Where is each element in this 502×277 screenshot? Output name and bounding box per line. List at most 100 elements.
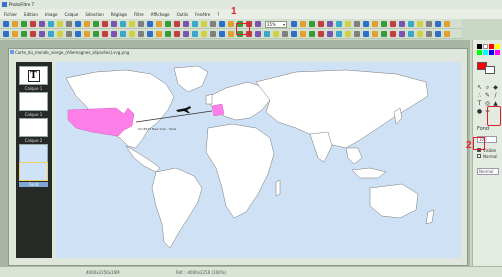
tb1-button-icon[interactable]: [174, 21, 180, 27]
tb2-button-icon[interactable]: [30, 31, 36, 37]
tb1-button-icon[interactable]: [39, 21, 45, 27]
tb1-button-icon[interactable]: [417, 21, 423, 27]
tb1-button-icon[interactable]: [336, 21, 342, 27]
tb2-button-icon[interactable]: [192, 31, 198, 37]
menu-image[interactable]: Image: [45, 12, 58, 17]
tb2-button-icon[interactable]: [291, 31, 297, 37]
tb1-button-icon[interactable]: [147, 21, 153, 27]
tb1-button-icon[interactable]: [210, 21, 216, 27]
tb1-button-icon[interactable]: [201, 21, 207, 27]
tb1-button-icon[interactable]: [399, 21, 405, 27]
tb1-button-icon[interactable]: [309, 21, 315, 27]
tb2-button-icon[interactable]: [165, 31, 171, 37]
tb2-button-icon[interactable]: [408, 31, 414, 37]
tb2-button-icon[interactable]: [39, 31, 45, 37]
tb1-button-icon[interactable]: [66, 21, 72, 27]
tb1-button-icon[interactable]: [111, 21, 117, 27]
tb1-button-icon[interactable]: [408, 21, 414, 27]
color-swatch-4[interactable]: [495, 44, 500, 49]
menu-calque[interactable]: Calque: [64, 12, 78, 17]
layer-text[interactable]: T Calque 1: [19, 66, 48, 91]
tb2-button-icon[interactable]: [390, 31, 396, 37]
tb2-button-icon[interactable]: [318, 31, 324, 37]
tb1-button-icon[interactable]: [21, 21, 27, 27]
tb2-button-icon[interactable]: [156, 31, 162, 37]
tb2-button-icon[interactable]: [336, 31, 342, 37]
tb1-button-icon[interactable]: [444, 21, 450, 27]
spray-tool-icon[interactable]: ∴: [476, 92, 483, 99]
tb2-button-icon[interactable]: [273, 31, 279, 37]
pencil-tool-icon[interactable]: /: [492, 92, 499, 99]
tb1-button-icon[interactable]: [363, 21, 369, 27]
tb2-button-icon[interactable]: [12, 31, 18, 37]
menu-affichage[interactable]: Affichage: [151, 12, 170, 17]
tb2-button-icon[interactable]: [183, 31, 189, 37]
tb1-button-icon[interactable]: [228, 21, 234, 27]
tb1-button-icon[interactable]: [255, 21, 261, 27]
menu-fenetre[interactable]: Fenêtre: [195, 12, 210, 17]
menu-help[interactable]: ?: [217, 12, 219, 17]
tb2-button-icon[interactable]: [75, 31, 81, 37]
brush-tool-icon[interactable]: ✎: [484, 92, 491, 99]
tb2-button-icon[interactable]: [309, 31, 315, 37]
picker-tool-icon[interactable]: ⌕: [484, 84, 491, 91]
tb2-button-icon[interactable]: [111, 31, 117, 37]
color-swatch-1[interactable]: [477, 44, 482, 49]
menu-reglage[interactable]: Réglage: [111, 12, 127, 17]
tb1-button-icon[interactable]: [300, 21, 306, 27]
background-color[interactable]: [485, 66, 495, 74]
tb1-button-icon[interactable]: [57, 21, 63, 27]
tb1-button-icon[interactable]: [48, 21, 54, 27]
tb2-button-icon[interactable]: [327, 31, 333, 37]
menu-fichier[interactable]: Fichier: [4, 12, 17, 17]
tb2-button-icon[interactable]: [66, 31, 72, 37]
color-swatch-7[interactable]: [489, 50, 494, 55]
tb2-button-icon[interactable]: [282, 31, 288, 37]
zoom-select[interactable]: 25%: [265, 21, 287, 28]
layer-blank-1[interactable]: Calque 1: [19, 92, 48, 117]
tb1-button-icon[interactable]: [435, 21, 441, 27]
tb2-button-icon[interactable]: [399, 31, 405, 37]
tb2-button-icon[interactable]: [57, 31, 63, 37]
tb2-button-icon[interactable]: [174, 31, 180, 37]
tb2-button-icon[interactable]: [3, 31, 9, 37]
menu-filtre[interactable]: Filtre: [134, 12, 144, 17]
color-swatch-5[interactable]: [477, 50, 482, 55]
tb1-button-icon[interactable]: [129, 21, 135, 27]
tb2-button-icon[interactable]: [84, 31, 90, 37]
tb1-button-icon[interactable]: [183, 21, 189, 27]
tb2-button-icon[interactable]: [363, 31, 369, 37]
tb1-button-icon[interactable]: [120, 21, 126, 27]
tb1-button-icon[interactable]: [219, 21, 225, 27]
tb2-button-icon[interactable]: [21, 31, 27, 37]
tb1-button-icon[interactable]: [327, 21, 333, 27]
tb1-button-icon[interactable]: [192, 21, 198, 27]
color-swatch-2[interactable]: [483, 44, 488, 49]
tb1-button-icon[interactable]: [75, 21, 81, 27]
layer-background[interactable]: Fond: [19, 162, 48, 187]
tb1-button-icon[interactable]: [345, 21, 351, 27]
tb2-button-icon[interactable]: [147, 31, 153, 37]
tb1-button-icon[interactable]: [426, 21, 432, 27]
tb2-button-icon[interactable]: [381, 31, 387, 37]
tb2-button-icon[interactable]: [435, 31, 441, 37]
tb2-button-icon[interactable]: [120, 31, 126, 37]
tb2-button-icon[interactable]: [417, 31, 423, 37]
tb1-button-icon[interactable]: [291, 21, 297, 27]
tb2-button-icon[interactable]: [48, 31, 54, 37]
menu-edition[interactable]: Edition: [24, 12, 38, 17]
drop-tool-icon[interactable]: ●: [476, 108, 483, 115]
tb1-button-icon[interactable]: [30, 21, 36, 27]
fill-tool-icon[interactable]: ◆: [492, 84, 499, 91]
menu-selection[interactable]: Sélection: [85, 12, 103, 17]
text-tool-icon[interactable]: T: [476, 100, 483, 107]
tb1-button-icon[interactable]: [3, 21, 9, 27]
tb1-button-icon[interactable]: [138, 21, 144, 27]
tb1-button-icon[interactable]: [381, 21, 387, 27]
tb2-button-icon[interactable]: [354, 31, 360, 37]
tb2-button-icon[interactable]: [228, 31, 234, 37]
tb1-button-icon[interactable]: [390, 21, 396, 27]
tb2-button-icon[interactable]: [372, 31, 378, 37]
blend-mode-select[interactable]: Normal: [477, 168, 499, 175]
tb1-button-icon[interactable]: [12, 21, 18, 27]
